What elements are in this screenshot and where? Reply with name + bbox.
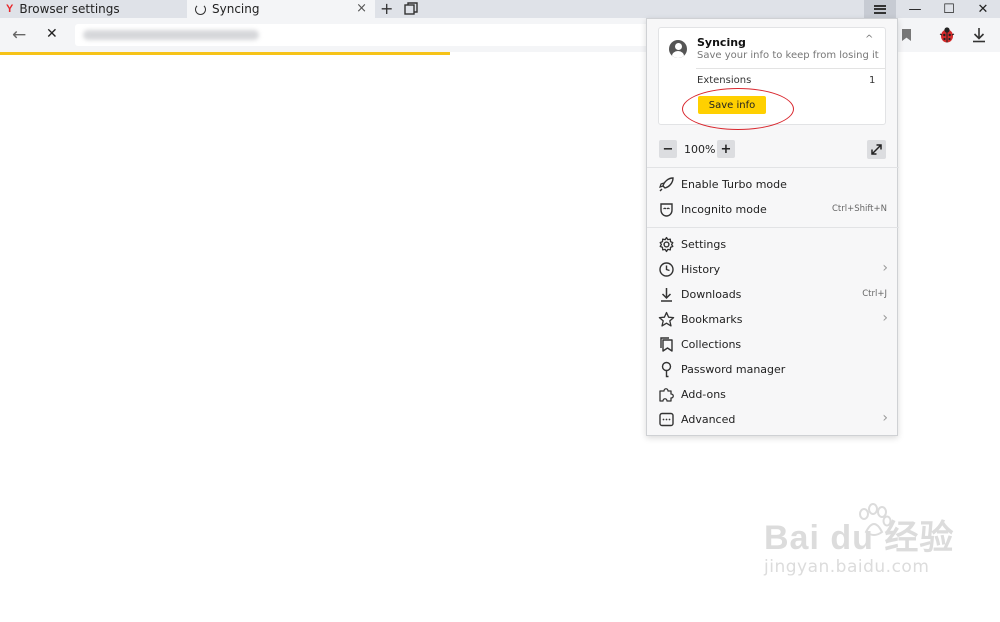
submenu-arrow-icon: › [882, 410, 888, 426]
incognito-mask-icon [658, 201, 675, 218]
extensions-label: Extensions [697, 75, 752, 86]
new-tab-button[interactable]: + [380, 0, 393, 18]
menu-item-label: History [681, 263, 721, 276]
menu-item-label: Incognito mode [681, 203, 767, 216]
menu-item-label: Password manager [681, 363, 786, 376]
tab-browser-settings[interactable]: Y Browser settings [0, 0, 186, 18]
menu-item-incognito[interactable]: Incognito mode Ctrl+Shift+N [647, 197, 899, 222]
extensions-count: 1 [869, 75, 876, 86]
tab-bar: Y Browser settings Syncing × + — ☐ ✕ [0, 0, 1000, 18]
submenu-arrow-icon: › [882, 310, 888, 326]
more-icon [658, 411, 675, 428]
menu-item-label: Collections [681, 338, 742, 351]
menu-item-add-ons[interactable]: Add-ons [647, 382, 899, 407]
download-icon[interactable] [970, 26, 988, 44]
watermark-sub: jingyan.baidu.com [764, 557, 930, 577]
zoom-controls: − 100% + [647, 137, 899, 167]
paw-logo-icon [854, 502, 894, 542]
stop-loading-button[interactable]: ✕ [46, 26, 58, 42]
sync-title: Syncing [697, 36, 746, 49]
divider [696, 68, 886, 69]
avatar-icon [669, 40, 687, 58]
puzzle-icon [658, 386, 675, 403]
maximize-button[interactable]: ☐ [932, 0, 966, 18]
window-close-button[interactable]: ✕ [966, 0, 1000, 18]
menu-item-label: Settings [681, 238, 727, 251]
tab-title: Syncing [212, 2, 260, 16]
zoom-level: 100% [684, 143, 716, 156]
page-load-progress [0, 52, 450, 55]
menu-item-label: Advanced [681, 413, 736, 426]
shortcut-label: Ctrl+Shift+N [831, 204, 887, 214]
menu-item-password-manager[interactable]: Password manager [647, 357, 899, 382]
menu-item-label: Add-ons [681, 388, 726, 401]
download-icon [658, 286, 675, 303]
tab-close-icon[interactable]: × [356, 1, 367, 16]
key-icon [658, 361, 675, 378]
zoom-in-button[interactable]: + [717, 140, 735, 158]
main-menu-dropdown: Syncing Save your info to keep from losi… [646, 18, 899, 436]
menu-item-history[interactable]: History › [647, 257, 899, 282]
back-button[interactable]: ← [12, 25, 26, 45]
sync-subtitle: Save your info to keep from losing it [697, 50, 879, 61]
save-info-button[interactable]: Save info [698, 96, 766, 114]
menu-item-label: Bookmarks [681, 313, 743, 326]
collapse-chevron-icon[interactable]: ^ [865, 34, 873, 45]
tab-title: Browser settings [19, 2, 120, 16]
main-menu-button[interactable] [864, 0, 896, 18]
fullscreen-button[interactable] [867, 140, 886, 159]
submenu-arrow-icon: › [882, 260, 888, 276]
hamburger-icon [874, 4, 886, 14]
tab-syncing[interactable]: Syncing × [187, 0, 375, 18]
menu-item-bookmarks[interactable]: Bookmarks › [647, 307, 899, 332]
menu-item-downloads[interactable]: Downloads Ctrl+J [647, 282, 899, 307]
menu-item-label: Enable Turbo mode [681, 178, 787, 191]
menu-item-settings[interactable]: Settings [647, 232, 899, 257]
zoom-out-button[interactable]: − [659, 140, 677, 158]
rocket-icon [658, 176, 675, 193]
menu-item-label: Downloads [681, 288, 742, 301]
loading-spinner-icon [195, 3, 206, 15]
minimize-button[interactable]: — [898, 0, 932, 18]
sync-card: Syncing Save your info to keep from losi… [658, 27, 886, 130]
fullscreen-icon [871, 144, 882, 155]
collections-icon [658, 336, 675, 353]
bookmark-icon[interactable] [902, 29, 911, 41]
menu-item-turbo[interactable]: Enable Turbo mode [647, 172, 899, 197]
blurred-url-text [83, 30, 259, 40]
divider [647, 227, 899, 228]
menu-item-collections[interactable]: Collections [647, 332, 899, 357]
menu-item-advanced[interactable]: Advanced › [647, 407, 899, 432]
star-icon [658, 311, 675, 328]
gear-icon [658, 236, 675, 253]
baidu-watermark: Bai du 经验 jingyan.baidu.com [764, 503, 954, 577]
divider [647, 167, 899, 168]
yandex-logo-icon: Y [6, 3, 14, 15]
ladybug-icon[interactable] [938, 26, 956, 44]
tabs-manager-icon[interactable] [404, 2, 418, 15]
clock-icon [658, 261, 675, 278]
shortcut-label: Ctrl+J [862, 289, 887, 299]
